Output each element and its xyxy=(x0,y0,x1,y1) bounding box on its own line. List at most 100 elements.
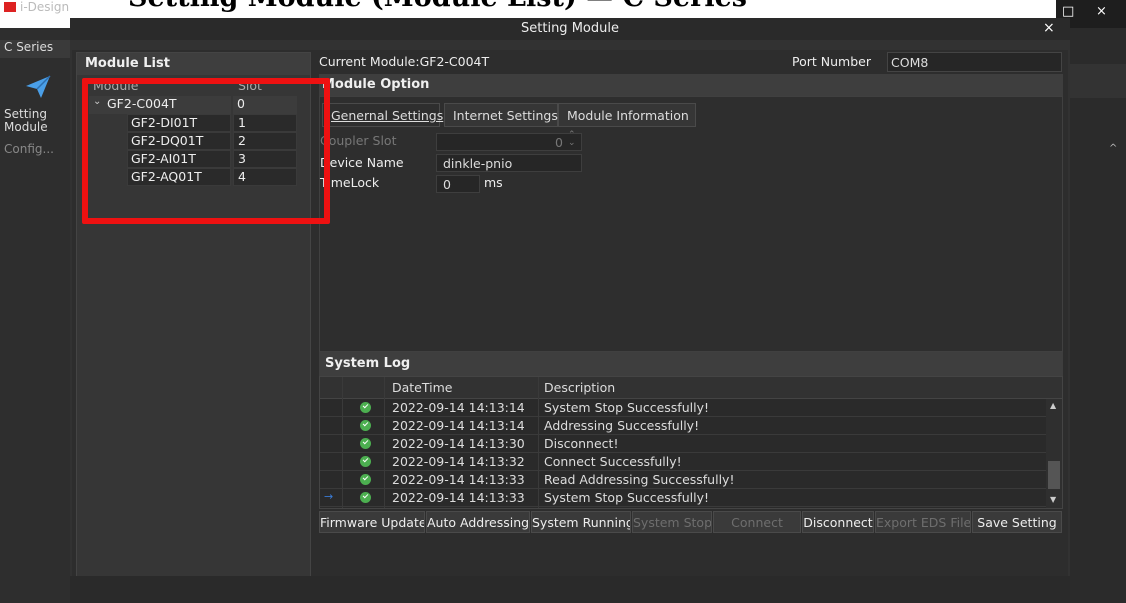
current-row-arrow-icon: → xyxy=(324,490,334,503)
disconnect-button[interactable]: Disconnect xyxy=(802,511,874,533)
col-slot[interactable]: Slot xyxy=(238,78,262,93)
log-datetime: 2022-09-14 14:13:33 xyxy=(392,472,525,487)
module-option-title: Module Option xyxy=(319,74,1063,96)
module-name: GF2-C004T xyxy=(107,96,177,111)
save-setting-button[interactable]: Save Setting xyxy=(972,511,1062,533)
background-right-panel xyxy=(1070,64,1126,98)
system-log-title: System Log xyxy=(319,352,1063,376)
device-name-row: Device Name dinkle-pnio xyxy=(320,154,582,172)
module-list-title: Module List xyxy=(77,53,310,75)
app-name: i-Design xyxy=(20,0,70,14)
log-datetime: 2022-09-14 14:13:32 xyxy=(392,454,525,469)
log-description: System Stop Successfully! xyxy=(544,490,709,505)
dialog-close-icon[interactable]: × xyxy=(1043,20,1055,36)
log-row[interactable]: 2022-09-14 14:13:33 Read Addressing Succ… xyxy=(320,471,1046,489)
spinner-arrows-icon[interactable]: ⌃ ⌄ xyxy=(568,131,576,148)
tab-module-information[interactable]: Module Information xyxy=(558,103,696,127)
export-eds-button[interactable]: Export EDS File xyxy=(875,511,971,533)
col-description[interactable]: Description xyxy=(544,380,615,395)
module-name: GF2-DI01T xyxy=(127,114,231,132)
dialog-content: Module List Module Slot ⌄ GF2-C004T 0 GF… xyxy=(72,50,1068,598)
tree-row[interactable]: GF2-AQ01T 4 xyxy=(89,168,299,186)
system-log-table: DateTime Description 2022-09-14 14:13:14… xyxy=(319,376,1063,509)
log-row[interactable]: 2022-09-14 14:13:32 Connect Successfully… xyxy=(320,453,1046,471)
log-row[interactable]: 2022-09-14 14:13:30 Disconnect! xyxy=(320,435,1046,453)
config-tab[interactable]: Config... xyxy=(4,142,54,156)
tree-cell-slot: 3 xyxy=(233,150,297,168)
maximize-icon[interactable]: □ xyxy=(1062,4,1074,19)
background-right-area xyxy=(1070,28,1126,603)
tree-cell-slot: 4 xyxy=(233,168,297,186)
dialog-titlebar: Setting Module × xyxy=(70,18,1070,40)
log-datetime: 2022-09-14 14:13:33 xyxy=(392,490,525,505)
app-logo-icon xyxy=(3,1,17,13)
coupler-slot-spinner[interactable]: 0 xyxy=(436,133,582,151)
log-row[interactable]: 2022-09-14 14:13:14 Addressing Successfu… xyxy=(320,417,1046,435)
action-button-bar: Firmware Update Auto Addressing System R… xyxy=(319,511,1063,533)
port-number-field[interactable]: COM8 xyxy=(887,52,1062,72)
check-circle-icon xyxy=(360,402,371,413)
tab-general-settings[interactable]: Genernal Settings xyxy=(322,103,443,127)
port-number-label: Port Number xyxy=(792,54,871,69)
scroll-up-icon[interactable]: ▲ xyxy=(1050,401,1056,410)
current-module-label: Current Module:GF2-C004T xyxy=(319,54,490,69)
check-circle-icon xyxy=(360,474,371,485)
coupler-slot-row: Coupler Slot 0 ⌃ ⌄ xyxy=(320,131,582,151)
log-scrollbar[interactable]: ▲ ▼ xyxy=(1046,399,1062,508)
module-option-panel: Genernal Settings Internet Settings Modu… xyxy=(319,96,1063,352)
module-list-panel: Module List Module Slot ⌄ GF2-C004T 0 GF… xyxy=(76,52,311,577)
tree-row[interactable]: GF2-DQ01T 2 xyxy=(89,132,299,150)
timelock-field[interactable]: 0 xyxy=(436,175,480,193)
scroll-thumb[interactable] xyxy=(1048,461,1060,489)
check-circle-icon xyxy=(360,492,371,503)
log-description: Disconnect! xyxy=(544,436,619,451)
log-datetime: 2022-09-14 14:13:14 xyxy=(392,418,525,433)
log-datetime: 2022-09-14 14:13:30 xyxy=(392,436,525,451)
module-list-header: Module Slot xyxy=(85,77,305,95)
tree-row[interactable]: GF2-DI01T 1 xyxy=(89,114,299,132)
connect-button[interactable]: Connect xyxy=(713,511,801,533)
check-circle-icon xyxy=(360,420,371,431)
setting-module-tile[interactable]: Setting Module xyxy=(0,66,70,146)
timelock-label: TimeLock xyxy=(320,175,380,190)
close-icon[interactable]: × xyxy=(1096,4,1107,19)
log-description: Connect Successfully! xyxy=(544,454,682,469)
log-row[interactable]: 2022-09-14 14:13:14 System Stop Successf… xyxy=(320,399,1046,417)
module-name: GF2-AQ01T xyxy=(127,168,231,186)
check-circle-icon xyxy=(360,438,371,449)
series-tab[interactable]: C Series xyxy=(0,40,70,58)
log-row-current[interactable]: → 2022-09-14 14:13:33 System Stop Succes… xyxy=(320,489,1046,507)
dialog-footer xyxy=(70,576,1070,603)
log-description: System Stop Successfully! xyxy=(544,400,709,415)
timelock-unit: ms xyxy=(484,175,503,190)
tree-row[interactable]: GF2-AI01T 3 xyxy=(89,150,299,168)
device-name-field[interactable]: dinkle-pnio xyxy=(436,154,582,172)
left-sidebar: C Series Setting Module Config... xyxy=(0,28,70,603)
module-name: GF2-DQ01T xyxy=(127,132,231,150)
tree-cell-slot: 1 xyxy=(233,114,297,132)
tree-cell-slot: 2 xyxy=(233,132,297,150)
tree-row[interactable]: ⌄ GF2-C004T 0 xyxy=(89,96,299,114)
log-description: Read Addressing Successfully! xyxy=(544,472,735,487)
timelock-row: TimeLock 0 ms xyxy=(320,175,503,193)
setting-module-label: Setting Module xyxy=(4,107,48,134)
chevron-down-icon[interactable]: ⌄ xyxy=(93,96,101,107)
col-module[interactable]: Module xyxy=(93,78,138,93)
system-stop-button[interactable]: System Stop xyxy=(632,511,712,533)
device-name-label: Device Name xyxy=(320,155,404,170)
system-running-button[interactable]: System Running xyxy=(531,511,631,533)
paper-plane-icon xyxy=(26,75,51,98)
dialog-title: Setting Module xyxy=(521,21,619,36)
auto-addressing-button[interactable]: Auto Addressing xyxy=(426,511,530,533)
coupler-slot-label: Coupler Slot xyxy=(320,133,397,148)
tree-cell-slot: 0 xyxy=(233,96,297,114)
log-description: Addressing Successfully! xyxy=(544,418,700,433)
scroll-down-icon[interactable]: ▼ xyxy=(1050,495,1056,504)
chevron-up-icon[interactable]: ^ xyxy=(1109,143,1117,154)
tab-internet-settings[interactable]: Internet Settings xyxy=(444,103,558,127)
firmware-update-button[interactable]: Firmware Update xyxy=(319,511,425,533)
log-datetime: 2022-09-14 14:13:14 xyxy=(392,400,525,415)
tree-cell-module: ⌄ GF2-C004T xyxy=(89,96,231,114)
col-datetime[interactable]: DateTime xyxy=(392,380,452,395)
module-name: GF2-AI01T xyxy=(127,150,231,168)
